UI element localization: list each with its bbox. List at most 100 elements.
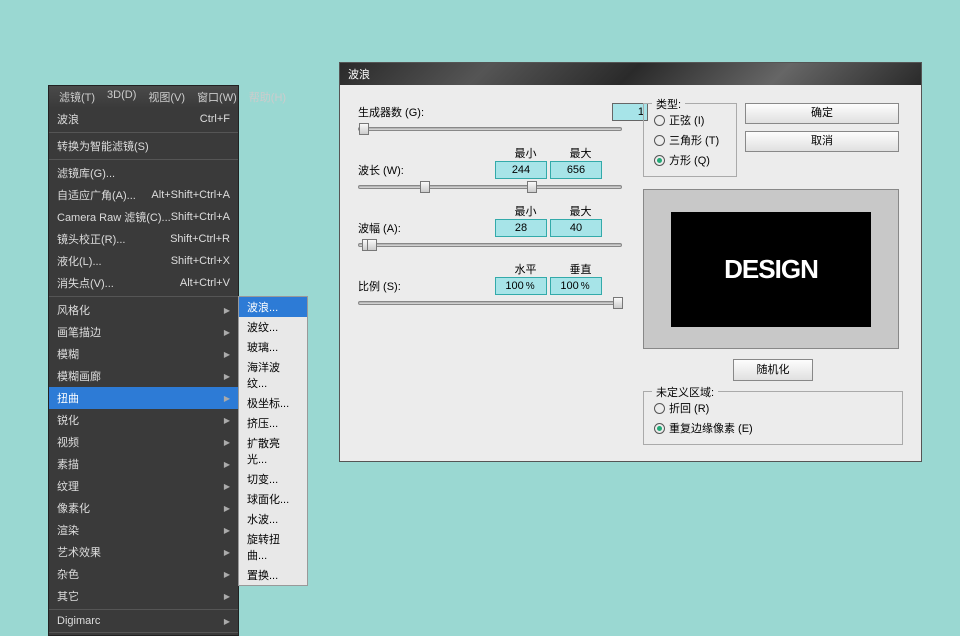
- menu-item[interactable]: 液化(L)...Shift+Ctrl+X: [49, 250, 238, 272]
- wavelength-slider[interactable]: [358, 185, 622, 189]
- undef-radio-0[interactable]: 折回 (R): [654, 398, 892, 418]
- scale-h-input[interactable]: 100%: [495, 277, 547, 295]
- slider-thumb-max[interactable]: [527, 181, 537, 193]
- menu-label: 渲染: [57, 522, 79, 538]
- submenu-item[interactable]: 水波...: [239, 509, 307, 529]
- scale-v-input[interactable]: 100%: [550, 277, 602, 295]
- type-radio-2[interactable]: 方形 (Q): [654, 150, 726, 170]
- menubar-help[interactable]: 帮助(H): [243, 88, 292, 106]
- dialog-titlebar[interactable]: 波浪: [340, 63, 921, 85]
- amplitude-min-input[interactable]: 28: [495, 219, 547, 237]
- menu-item-像素化[interactable]: 像素化▶: [49, 497, 238, 519]
- menu-shortcut: Shift+Ctrl+R: [170, 233, 230, 245]
- menu-separator: [49, 609, 238, 610]
- col-v-label: 垂直: [553, 261, 608, 277]
- menu-item-艺术效果[interactable]: 艺术效果▶: [49, 541, 238, 563]
- chevron-right-icon: ▶: [224, 372, 230, 381]
- menubar-window[interactable]: 窗口(W): [191, 88, 243, 106]
- menubar-filter[interactable]: 滤镜(T): [53, 88, 101, 106]
- slider-thumb-max[interactable]: [367, 239, 377, 251]
- menu-item-风格化[interactable]: 风格化▶: [49, 299, 238, 321]
- menu-convert-smart[interactable]: 转换为智能滤镜(S): [49, 135, 238, 157]
- submenu-item[interactable]: 波浪...: [239, 297, 307, 317]
- menu-recent-shortcut: Ctrl+F: [200, 113, 230, 125]
- submenu-item[interactable]: 极坐标...: [239, 393, 307, 413]
- submenu-item[interactable]: 切变...: [239, 469, 307, 489]
- submenu-item[interactable]: 挤压...: [239, 413, 307, 433]
- menu-item[interactable]: 镜头校正(R)...Shift+Ctrl+R: [49, 228, 238, 250]
- menubar-3d[interactable]: 3D(D): [101, 88, 142, 106]
- menu-label: 素描: [57, 456, 79, 472]
- col-max-label: 最大: [553, 145, 608, 161]
- type-radio-0[interactable]: 正弦 (I): [654, 110, 726, 130]
- submenu-item[interactable]: 扩散亮光...: [239, 433, 307, 469]
- submenu-item[interactable]: 置换...: [239, 565, 307, 585]
- submenu-item[interactable]: 旋转扭曲...: [239, 529, 307, 565]
- menu-separator: [49, 132, 238, 133]
- menu-item-模糊画廊[interactable]: 模糊画廊▶: [49, 365, 238, 387]
- menu-label: 其它: [57, 588, 79, 604]
- menu-label: 艺术效果: [57, 544, 101, 560]
- amplitude-slider[interactable]: [358, 243, 622, 247]
- chevron-right-icon: ▶: [224, 570, 230, 579]
- menu-item-素描[interactable]: 素描 ▶: [49, 453, 238, 475]
- submenu-item[interactable]: 玻璃...: [239, 337, 307, 357]
- chevron-right-icon: ▶: [224, 460, 230, 469]
- menu-item-渲染[interactable]: 渲染▶: [49, 519, 238, 541]
- undefined-area-fieldset: 未定义区域: 折回 (R)重复边缘像素 (E): [643, 391, 903, 445]
- randomize-button[interactable]: 随机化: [733, 359, 813, 381]
- filter-menu: 滤镜(T) 3D(D) 视图(V) 窗口(W) 帮助(H) 波浪 Ctrl+F …: [48, 85, 239, 636]
- amplitude-max-input[interactable]: 40: [550, 219, 602, 237]
- slider-thumb[interactable]: [359, 123, 369, 135]
- menubar-view[interactable]: 视图(V): [142, 88, 191, 106]
- menu-item-视频[interactable]: 视频▶: [49, 431, 238, 453]
- cancel-button[interactable]: 取消: [745, 131, 899, 152]
- col-max-label: 最大: [553, 203, 608, 219]
- type-fieldset: 类型: 正弦 (I)三角形 (T)方形 (Q): [643, 103, 737, 177]
- radio-label: 三角形 (T): [669, 132, 719, 148]
- submenu-item[interactable]: 海洋波纹...: [239, 357, 307, 393]
- preview-text: DESIGN: [724, 254, 818, 285]
- generators-slider[interactable]: [358, 127, 622, 131]
- pct: %: [579, 281, 592, 292]
- menu-item-纹理[interactable]: 纹理▶: [49, 475, 238, 497]
- chevron-right-icon: ▶: [224, 394, 230, 403]
- menu-shortcut: Shift+Ctrl+X: [171, 255, 230, 267]
- slider-thumb-min[interactable]: [420, 181, 430, 193]
- scale-label: 比例 (S):: [358, 278, 448, 294]
- wavelength-max-input[interactable]: 656: [550, 161, 602, 179]
- type-radio-1[interactable]: 三角形 (T): [654, 130, 726, 150]
- chevron-right-icon: ▶: [224, 416, 230, 425]
- menu-item[interactable]: 滤镜库(G)...: [49, 162, 238, 184]
- slider-thumb-v[interactable]: [613, 297, 623, 309]
- radio-label: 正弦 (I): [669, 112, 704, 128]
- menu-item-锐化[interactable]: 锐化 ▶: [49, 409, 238, 431]
- submenu-item[interactable]: 球面化...: [239, 489, 307, 509]
- menu-shortcut: Alt+Shift+Ctrl+A: [151, 189, 230, 201]
- menubar: 滤镜(T) 3D(D) 视图(V) 窗口(W) 帮助(H): [49, 86, 238, 108]
- undef-radio-1[interactable]: 重复边缘像素 (E): [654, 418, 892, 438]
- ok-button[interactable]: 确定: [745, 103, 899, 124]
- scale-slider[interactable]: [358, 301, 622, 305]
- menu-item[interactable]: Camera Raw 滤镜(C)...Shift+Ctrl+A: [49, 206, 238, 228]
- menu-item-扭曲[interactable]: 扭曲 ▶: [49, 387, 238, 409]
- menu-item-其它[interactable]: 其它▶: [49, 585, 238, 607]
- chevron-right-icon: ▶: [224, 350, 230, 359]
- menu-label: 扭曲: [57, 390, 79, 406]
- menu-item-画笔描边[interactable]: 画笔描边▶: [49, 321, 238, 343]
- col-min-label: 最小: [498, 203, 553, 219]
- menu-recent-label: 波浪: [57, 111, 79, 127]
- menu-item[interactable]: 自适应广角(A)...Alt+Shift+Ctrl+A: [49, 184, 238, 206]
- menu-digimarc[interactable]: Digimarc▶: [49, 612, 238, 630]
- distort-submenu: 波浪...波纹...玻璃...海洋波纹...极坐标...挤压...扩散亮光...…: [238, 296, 308, 586]
- menu-label: 画笔描边: [57, 324, 101, 340]
- menu-recent-filter[interactable]: 波浪 Ctrl+F: [49, 108, 238, 130]
- submenu-item[interactable]: 波纹...: [239, 317, 307, 337]
- menu-item-模糊[interactable]: 模糊▶: [49, 343, 238, 365]
- pct: %: [524, 281, 537, 292]
- menu-item-杂色[interactable]: 杂色▶: [49, 563, 238, 585]
- wavelength-min-input[interactable]: 244: [495, 161, 547, 179]
- radio-icon: [654, 155, 665, 166]
- menu-label: 锐化: [57, 412, 79, 428]
- menu-item[interactable]: 消失点(V)...Alt+Ctrl+V: [49, 272, 238, 294]
